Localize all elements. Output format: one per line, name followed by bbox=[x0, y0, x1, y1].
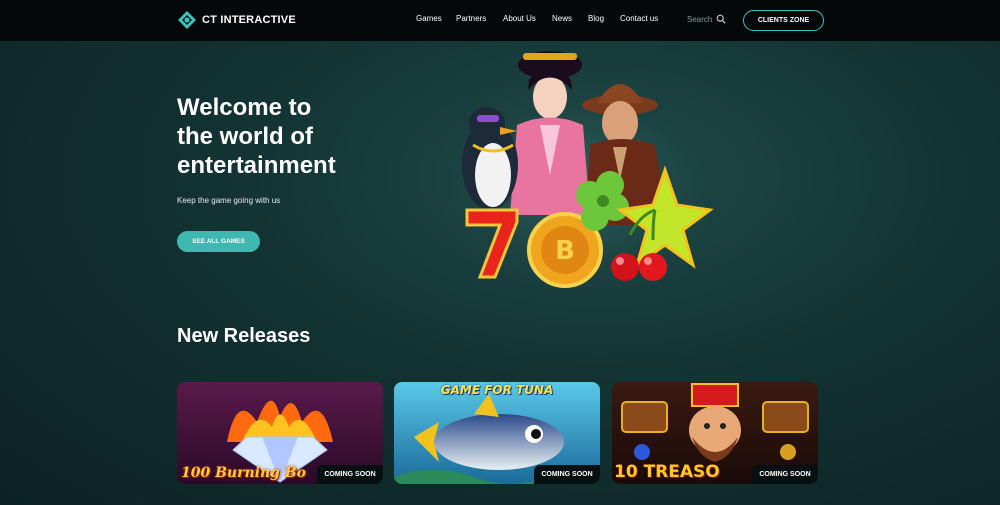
coming-soon-badge: COMING SOON bbox=[534, 465, 600, 484]
hero-title-line: Welcome to bbox=[177, 94, 312, 121]
clients-zone-button[interactable]: CLIENTS ZONE bbox=[743, 10, 824, 31]
card-title: 100 Burning Bo bbox=[181, 465, 306, 481]
see-all-games-button[interactable]: SEE ALL GAMES bbox=[177, 231, 260, 252]
game-card-burning-diamond[interactable]: 100 Burning Bo COMING SOON bbox=[177, 382, 383, 484]
nav-item-contact-us[interactable]: Contact us bbox=[620, 14, 658, 23]
nav-item-about-us[interactable]: About Us bbox=[503, 14, 536, 23]
nav-item-partners[interactable]: Partners bbox=[456, 14, 486, 23]
svg-text:B: B bbox=[555, 236, 575, 266]
card-title: 10 TREASO bbox=[614, 462, 720, 482]
coming-soon-badge: COMING SOON bbox=[317, 465, 383, 484]
hero-title-line: entertainment bbox=[177, 152, 336, 179]
game-card-game-for-tuna[interactable]: GAME FOR TUNA COMING SOON bbox=[394, 382, 600, 484]
hero-illustration: B bbox=[425, 51, 725, 290]
hero-subtitle: Keep the game going with us bbox=[177, 196, 281, 205]
new-releases-title: New Releases bbox=[177, 325, 311, 347]
hero-title: Welcome to the world of entertainment bbox=[177, 93, 417, 180]
search-icon bbox=[717, 14, 726, 24]
site-header: CT INTERACTIVE Games Partners About Us N… bbox=[0, 0, 1000, 41]
main-nav: Games Partners About Us News Blog Contac… bbox=[0, 14, 1000, 26]
card-title: GAME FOR TUNA bbox=[440, 383, 554, 397]
search[interactable]: Search bbox=[687, 14, 726, 24]
nav-item-blog[interactable]: Blog bbox=[588, 14, 604, 23]
hero-title-line: the world of bbox=[177, 123, 313, 150]
search-label: Search bbox=[687, 14, 713, 24]
nav-item-news[interactable]: News bbox=[552, 14, 572, 23]
nav-item-games[interactable]: Games bbox=[416, 14, 442, 23]
coming-soon-badge: COMING SOON bbox=[752, 465, 818, 484]
game-card-10-treasures[interactable]: 10 TREASO COMING SOON bbox=[612, 382, 818, 484]
